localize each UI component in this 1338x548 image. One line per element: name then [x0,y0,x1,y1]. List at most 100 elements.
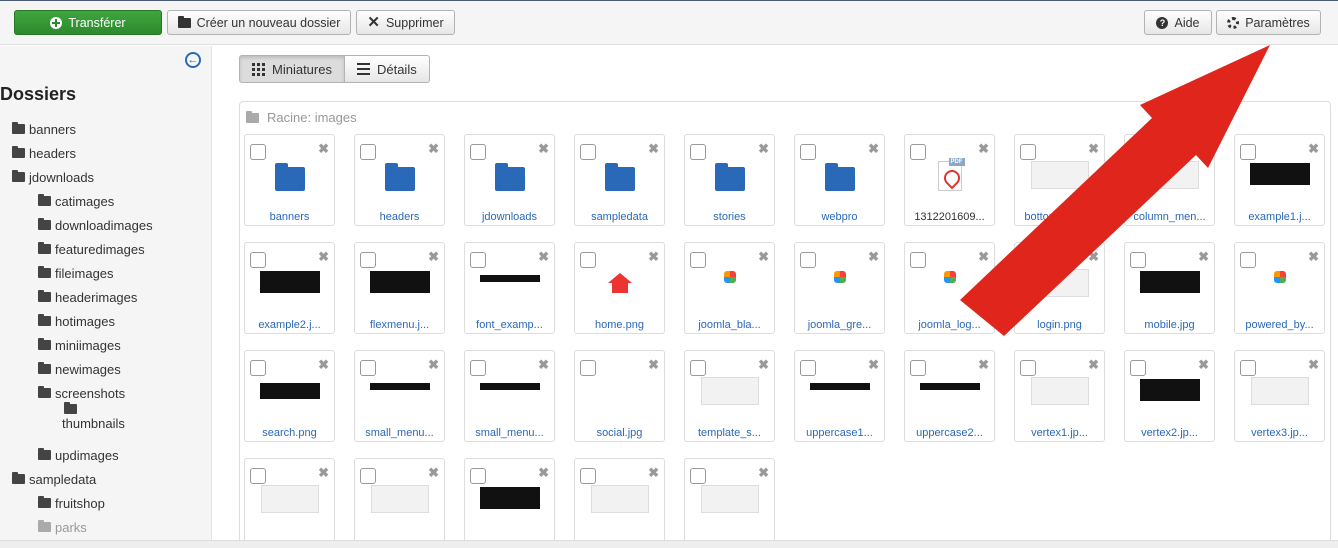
delete-icon[interactable]: ✖ [1198,249,1209,265]
sidebar-item-parks[interactable]: parks [38,518,87,536]
select-checkbox[interactable] [910,252,926,268]
tile-label[interactable]: example2.j... [245,319,334,331]
delete-icon[interactable]: ✖ [538,357,549,373]
image-tile[interactable]: ✖ column_men... [1124,134,1215,226]
tile-label[interactable]: joomla_gre... [795,319,884,331]
image-tile[interactable]: ✖ uppercase2... [904,350,995,442]
sidebar-item-fruitshop[interactable]: fruitshop [38,494,105,512]
select-checkbox[interactable] [360,468,376,484]
sidebar-item-catimages[interactable]: catimages [38,192,114,210]
select-checkbox[interactable] [800,144,816,160]
select-checkbox[interactable] [250,252,266,268]
delete-icon[interactable]: ✖ [1198,141,1209,157]
tile-label[interactable]: search.png [245,427,334,439]
delete-button[interactable]: ✕ Supprimer [356,10,455,35]
tile-label[interactable]: login.png [1015,319,1104,331]
select-checkbox[interactable] [910,360,926,376]
select-checkbox[interactable] [1240,144,1256,160]
delete-icon[interactable]: ✖ [648,357,659,373]
image-tile[interactable]: ✖ font_examp... [464,242,555,334]
delete-icon[interactable]: ✖ [1088,249,1099,265]
tile-label[interactable]: font_examp... [465,319,554,331]
delete-icon[interactable]: ✖ [1198,357,1209,373]
tile-label[interactable]: powered_by... [1235,319,1324,331]
image-tile[interactable]: ✖ vertex3.jp... [1234,350,1325,442]
delete-icon[interactable]: ✖ [868,357,879,373]
select-checkbox[interactable] [470,144,486,160]
select-checkbox[interactable] [690,360,706,376]
select-checkbox[interactable] [580,144,596,160]
folder-tile[interactable]: ✖ jdownloads [464,134,555,226]
delete-icon[interactable]: ✖ [538,465,549,481]
delete-icon[interactable]: ✖ [868,141,879,157]
select-checkbox[interactable] [360,360,376,376]
delete-icon[interactable]: ✖ [318,357,329,373]
sidebar-item-jdownloads[interactable]: jdownloads [12,168,94,186]
delete-icon[interactable]: ✖ [1308,141,1319,157]
image-tile[interactable]: ✖ joomla_bla... [684,242,775,334]
image-tile[interactable]: ✖ small_menu... [354,350,445,442]
sidebar-item-featuredimages[interactable]: featuredimages [38,240,145,258]
tile-label[interactable]: vertex1.jp... [1015,427,1104,439]
image-tile[interactable]: ✖ search.png [244,350,335,442]
image-tile[interactable]: ✖ mobile.jpg [1124,242,1215,334]
image-tile[interactable]: ✖ joomla_log... [904,242,995,334]
select-checkbox[interactable] [250,468,266,484]
image-tile[interactable]: ✖ social.jpg [574,350,665,442]
select-checkbox[interactable] [910,144,926,160]
image-tile[interactable]: ✖ [464,458,555,545]
select-checkbox[interactable] [470,360,486,376]
select-checkbox[interactable] [250,144,266,160]
select-checkbox[interactable] [580,468,596,484]
sidebar-item-screenshots[interactable]: screenshots [38,384,125,402]
sidebar-item-newimages[interactable]: newimages [38,360,121,378]
select-checkbox[interactable] [360,144,376,160]
help-button[interactable]: ? Aide [1144,10,1212,35]
select-checkbox[interactable] [1130,144,1146,160]
select-checkbox[interactable] [800,252,816,268]
tile-label[interactable]: joomla_bla... [685,319,774,331]
image-tile[interactable]: ✖ vertex2.jp... [1124,350,1215,442]
tile-label[interactable]: vertex3.jp... [1235,427,1324,439]
tile-label[interactable]: stories [685,211,774,223]
delete-icon[interactable]: ✖ [868,249,879,265]
delete-icon[interactable]: ✖ [978,357,989,373]
tile-label[interactable]: mobile.jpg [1125,319,1214,331]
image-tile[interactable]: ✖ example2.j... [244,242,335,334]
delete-icon[interactable]: ✖ [758,465,769,481]
sidebar-item-banners[interactable]: banners [12,120,76,138]
delete-icon[interactable]: ✖ [538,141,549,157]
options-button[interactable]: Paramètres [1216,10,1321,35]
select-checkbox[interactable] [1240,360,1256,376]
image-tile[interactable]: ✖ small_menu... [464,350,555,442]
delete-icon[interactable]: ✖ [1088,141,1099,157]
tile-label[interactable]: webpro [795,211,884,223]
folder-tile[interactable]: ✖ headers [354,134,445,226]
tile-label[interactable]: column_men... [1125,211,1214,223]
select-checkbox[interactable] [1130,252,1146,268]
sidebar-item-miniimages[interactable]: miniimages [38,336,121,354]
tile-label[interactable]: home.png [575,319,664,331]
select-checkbox[interactable] [470,468,486,484]
folder-tile[interactable]: ✖ sampledata [574,134,665,226]
sidebar-item-headerimages[interactable]: headerimages [38,288,137,306]
sidebar-item-hotimages[interactable]: hotimages [38,312,115,330]
image-tile[interactable]: ✖ [574,458,665,545]
select-checkbox[interactable] [1020,252,1036,268]
image-tile[interactable]: ✖ login.png [1014,242,1105,334]
sidebar-item-thumbnails[interactable]: thumbnails [62,402,125,440]
image-tile[interactable]: ✖ uppercase1... [794,350,885,442]
delete-icon[interactable]: ✖ [318,465,329,481]
select-checkbox[interactable] [1240,252,1256,268]
tile-label[interactable]: headers [355,211,444,223]
select-checkbox[interactable] [1020,144,1036,160]
delete-icon[interactable]: ✖ [648,249,659,265]
image-tile[interactable]: ✖ vertex1.jp... [1014,350,1105,442]
sidebar-item-downloadimages[interactable]: downloadimages [38,216,153,234]
sidebar-item-sampledata[interactable]: sampledata [12,470,96,488]
image-tile[interactable]: ✖ [354,458,445,545]
select-checkbox[interactable] [690,468,706,484]
delete-icon[interactable]: ✖ [538,249,549,265]
tile-label[interactable]: banners [245,211,334,223]
delete-icon[interactable]: ✖ [428,141,439,157]
